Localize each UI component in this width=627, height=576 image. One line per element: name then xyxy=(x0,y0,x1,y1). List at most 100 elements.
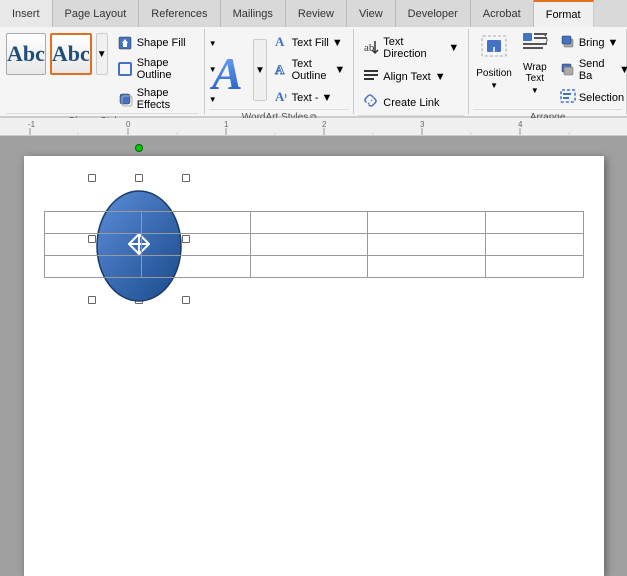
doc-table xyxy=(44,211,584,278)
wrap-text-icon xyxy=(520,27,550,60)
table-cell[interactable] xyxy=(485,256,583,278)
tab-bar: Insert Page Layout References Mailings R… xyxy=(0,0,627,27)
table-cell[interactable] xyxy=(485,234,583,256)
ribbon-content: Abc Abc ▼ Shape Fill ▼ xyxy=(0,27,627,117)
svg-text:A: A xyxy=(275,89,285,104)
more-styles-btn[interactable]: ▼ xyxy=(96,33,108,75)
doc-page xyxy=(24,156,604,576)
abc-style-2[interactable]: Abc xyxy=(50,33,92,75)
text-outline-label: Text Outline xyxy=(292,58,332,82)
position-btn[interactable]: Position ▼ xyxy=(473,31,515,91)
create-link-label: Create Link xyxy=(383,97,439,109)
tab-developer[interactable]: Developer xyxy=(396,0,471,27)
align-text-btn[interactable]: Align Text ▼ xyxy=(358,64,450,89)
tab-view[interactable]: View xyxy=(347,0,396,27)
svg-text:4: 4 xyxy=(518,120,523,129)
ruler: -1 0 1 2 3 4 xyxy=(0,118,627,136)
text-fill-btn[interactable]: A Text Fill ▼ xyxy=(269,31,350,54)
ribbon: Insert Page Layout References Mailings R… xyxy=(0,0,627,118)
text-outline-btn[interactable]: A Text Outline ▼ xyxy=(269,56,350,84)
text-effects-icon: A xyxy=(273,88,289,107)
bring-forward-icon xyxy=(560,33,576,52)
tab-references[interactable]: References xyxy=(139,0,220,27)
text-fill-icon: A xyxy=(273,33,289,52)
arrange-items: Position ▼ xyxy=(473,31,622,109)
tab-mailings[interactable]: Mailings xyxy=(221,0,286,27)
align-text-label: Align Text xyxy=(383,71,431,83)
wrap-text-label: Wrap Text xyxy=(520,62,550,84)
wordart-more-btn[interactable]: ▼ xyxy=(253,39,266,101)
text-effects-btn[interactable]: A Text - ▼ xyxy=(269,86,350,109)
table-cell[interactable] xyxy=(44,256,142,278)
send-backward-label: Send Ba xyxy=(579,58,616,82)
bring-forward-label: Bring xyxy=(579,37,605,49)
tab-page-layout[interactable]: Page Layout xyxy=(53,0,140,27)
table-cell[interactable] xyxy=(142,256,251,278)
table-cell[interactable] xyxy=(44,234,142,256)
svg-text:A: A xyxy=(275,34,285,49)
position-label: Position xyxy=(476,68,512,79)
arrange-group: Position ▼ xyxy=(469,29,627,114)
wordart-small-btns: A Text Fill ▼ A Text Outline ▼ xyxy=(269,31,350,109)
table-cell[interactable] xyxy=(368,256,486,278)
table-row xyxy=(44,256,583,278)
text-fill-arrow: ▼ xyxy=(332,37,343,49)
shape-effects-label: Shape Effects xyxy=(137,87,205,111)
table-cell[interactable] xyxy=(142,234,251,256)
table-cell[interactable] xyxy=(250,212,368,234)
send-backward-btn[interactable]: Send Ba ▼ xyxy=(555,56,627,84)
align-text-icon xyxy=(363,67,379,86)
wordart-a-btn[interactable]: A xyxy=(209,39,251,101)
bring-forward-arrow: ▼ xyxy=(608,37,619,49)
create-link-btn[interactable]: Create Link xyxy=(358,90,444,115)
selection-pane-icon xyxy=(560,88,576,107)
shape-fill-label: Shape Fill xyxy=(137,37,186,49)
tab-insert[interactable]: Insert xyxy=(0,0,53,27)
text-direction-btn[interactable]: ab Text Direction ▼ xyxy=(358,33,464,63)
shape-styles-items: Abc Abc ▼ Shape Fill ▼ xyxy=(6,33,198,113)
wrap-text-arrow: ▼ xyxy=(531,86,539,95)
svg-text:3: 3 xyxy=(420,120,425,129)
text-direction-label: Text Direction xyxy=(383,36,444,60)
selection-pane-btn[interactable]: Selection xyxy=(555,86,627,109)
send-backward-icon xyxy=(560,61,576,80)
svg-text:A: A xyxy=(275,62,285,77)
text-direction-arrow: ▼ xyxy=(448,42,459,54)
shape-styles-group: Abc Abc ▼ Shape Fill ▼ xyxy=(0,29,205,114)
text-fill-label: Text Fill xyxy=(292,37,329,49)
table-cell[interactable] xyxy=(368,234,486,256)
tab-review[interactable]: Review xyxy=(286,0,347,27)
tab-format[interactable]: Format xyxy=(534,0,594,27)
table-cell[interactable] xyxy=(485,212,583,234)
table-row xyxy=(44,212,583,234)
table-cell[interactable] xyxy=(250,256,368,278)
position-arrow: ▼ xyxy=(490,81,498,90)
text-direction-icon: ab xyxy=(363,39,379,58)
wordart-items: A ▼ A Text Fill ▼ xyxy=(209,31,349,109)
table-cell[interactable] xyxy=(44,212,142,234)
send-backward-arrow: ▼ xyxy=(619,64,627,76)
table-cell[interactable] xyxy=(142,212,251,234)
wrap-text-btn[interactable]: Wrap Text ▼ xyxy=(517,31,553,91)
shape-fill-icon xyxy=(117,35,133,51)
text-outline-arrow: ▼ xyxy=(334,64,345,76)
arrange-small-btns: Bring ▼ Send Ba ▼ xyxy=(555,31,627,109)
position-icon xyxy=(479,33,509,66)
table-cell[interactable] xyxy=(368,212,486,234)
text-outline-icon: A xyxy=(273,61,289,80)
text-effects-label: Text - xyxy=(292,92,319,104)
text-effects-arrow: ▼ xyxy=(322,92,333,104)
svg-text:2: 2 xyxy=(322,120,327,129)
text-items: ab Text Direction ▼ xyxy=(358,31,464,115)
shape-outline-label: Shape Outline xyxy=(137,57,205,81)
tab-acrobat[interactable]: Acrobat xyxy=(471,0,534,27)
rotate-handle[interactable] xyxy=(135,144,143,152)
svg-text:-1: -1 xyxy=(28,120,36,129)
selection-pane-label: Selection xyxy=(579,92,624,104)
abc-style-1[interactable]: Abc xyxy=(6,33,46,75)
table-cell[interactable] xyxy=(250,234,368,256)
table-row xyxy=(44,234,583,256)
svg-text:A: A xyxy=(210,48,243,95)
text-group: ab Text Direction ▼ xyxy=(354,29,469,114)
bring-forward-btn[interactable]: Bring ▼ xyxy=(555,31,627,54)
